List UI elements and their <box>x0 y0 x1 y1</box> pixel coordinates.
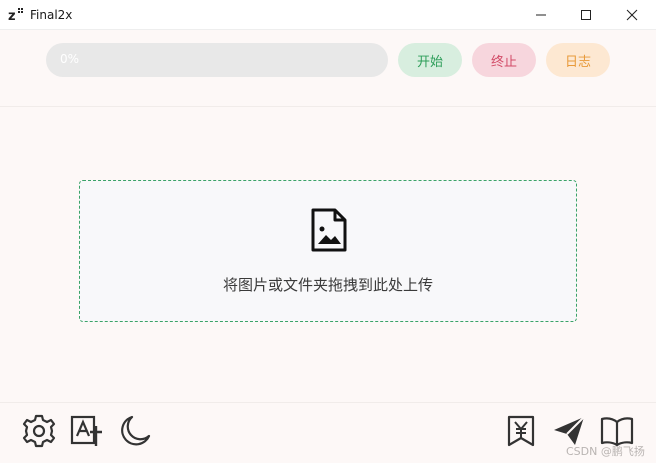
svg-text:z: z <box>8 9 16 22</box>
translate-icon[interactable] <box>70 414 104 448</box>
progress-text: 0% <box>60 52 80 66</box>
stop-button[interactable]: 终止 <box>472 43 536 77</box>
image-file-icon <box>311 208 347 252</box>
footer-divider <box>0 402 656 403</box>
maximize-button[interactable] <box>563 0 609 30</box>
log-button[interactable]: 日志 <box>546 43 610 77</box>
dropzone-hint: 将图片或文件夹拖拽到此处上传 <box>222 276 433 294</box>
minimize-icon <box>536 14 546 16</box>
window-title: Final2x <box>30 8 73 22</box>
donate-icon[interactable] <box>504 414 538 448</box>
moon-icon[interactable] <box>118 414 152 448</box>
title-bar: z Final2x <box>0 0 656 30</box>
minimize-button[interactable] <box>518 0 564 30</box>
close-icon <box>626 9 638 21</box>
maximize-icon <box>581 10 591 20</box>
close-button[interactable] <box>609 0 655 30</box>
upload-dropzone[interactable]: 将图片或文件夹拖拽到此处上传 <box>79 180 577 322</box>
toolbar: 0% 开始 终止 日志 <box>0 30 656 107</box>
watermark-text: CSDN @鹏飞扬 <box>566 445 645 458</box>
progress-bar: 0% <box>46 43 388 77</box>
gear-icon[interactable] <box>22 414 56 448</box>
start-button[interactable]: 开始 <box>398 43 462 77</box>
app-logo-icon: z <box>8 8 23 22</box>
